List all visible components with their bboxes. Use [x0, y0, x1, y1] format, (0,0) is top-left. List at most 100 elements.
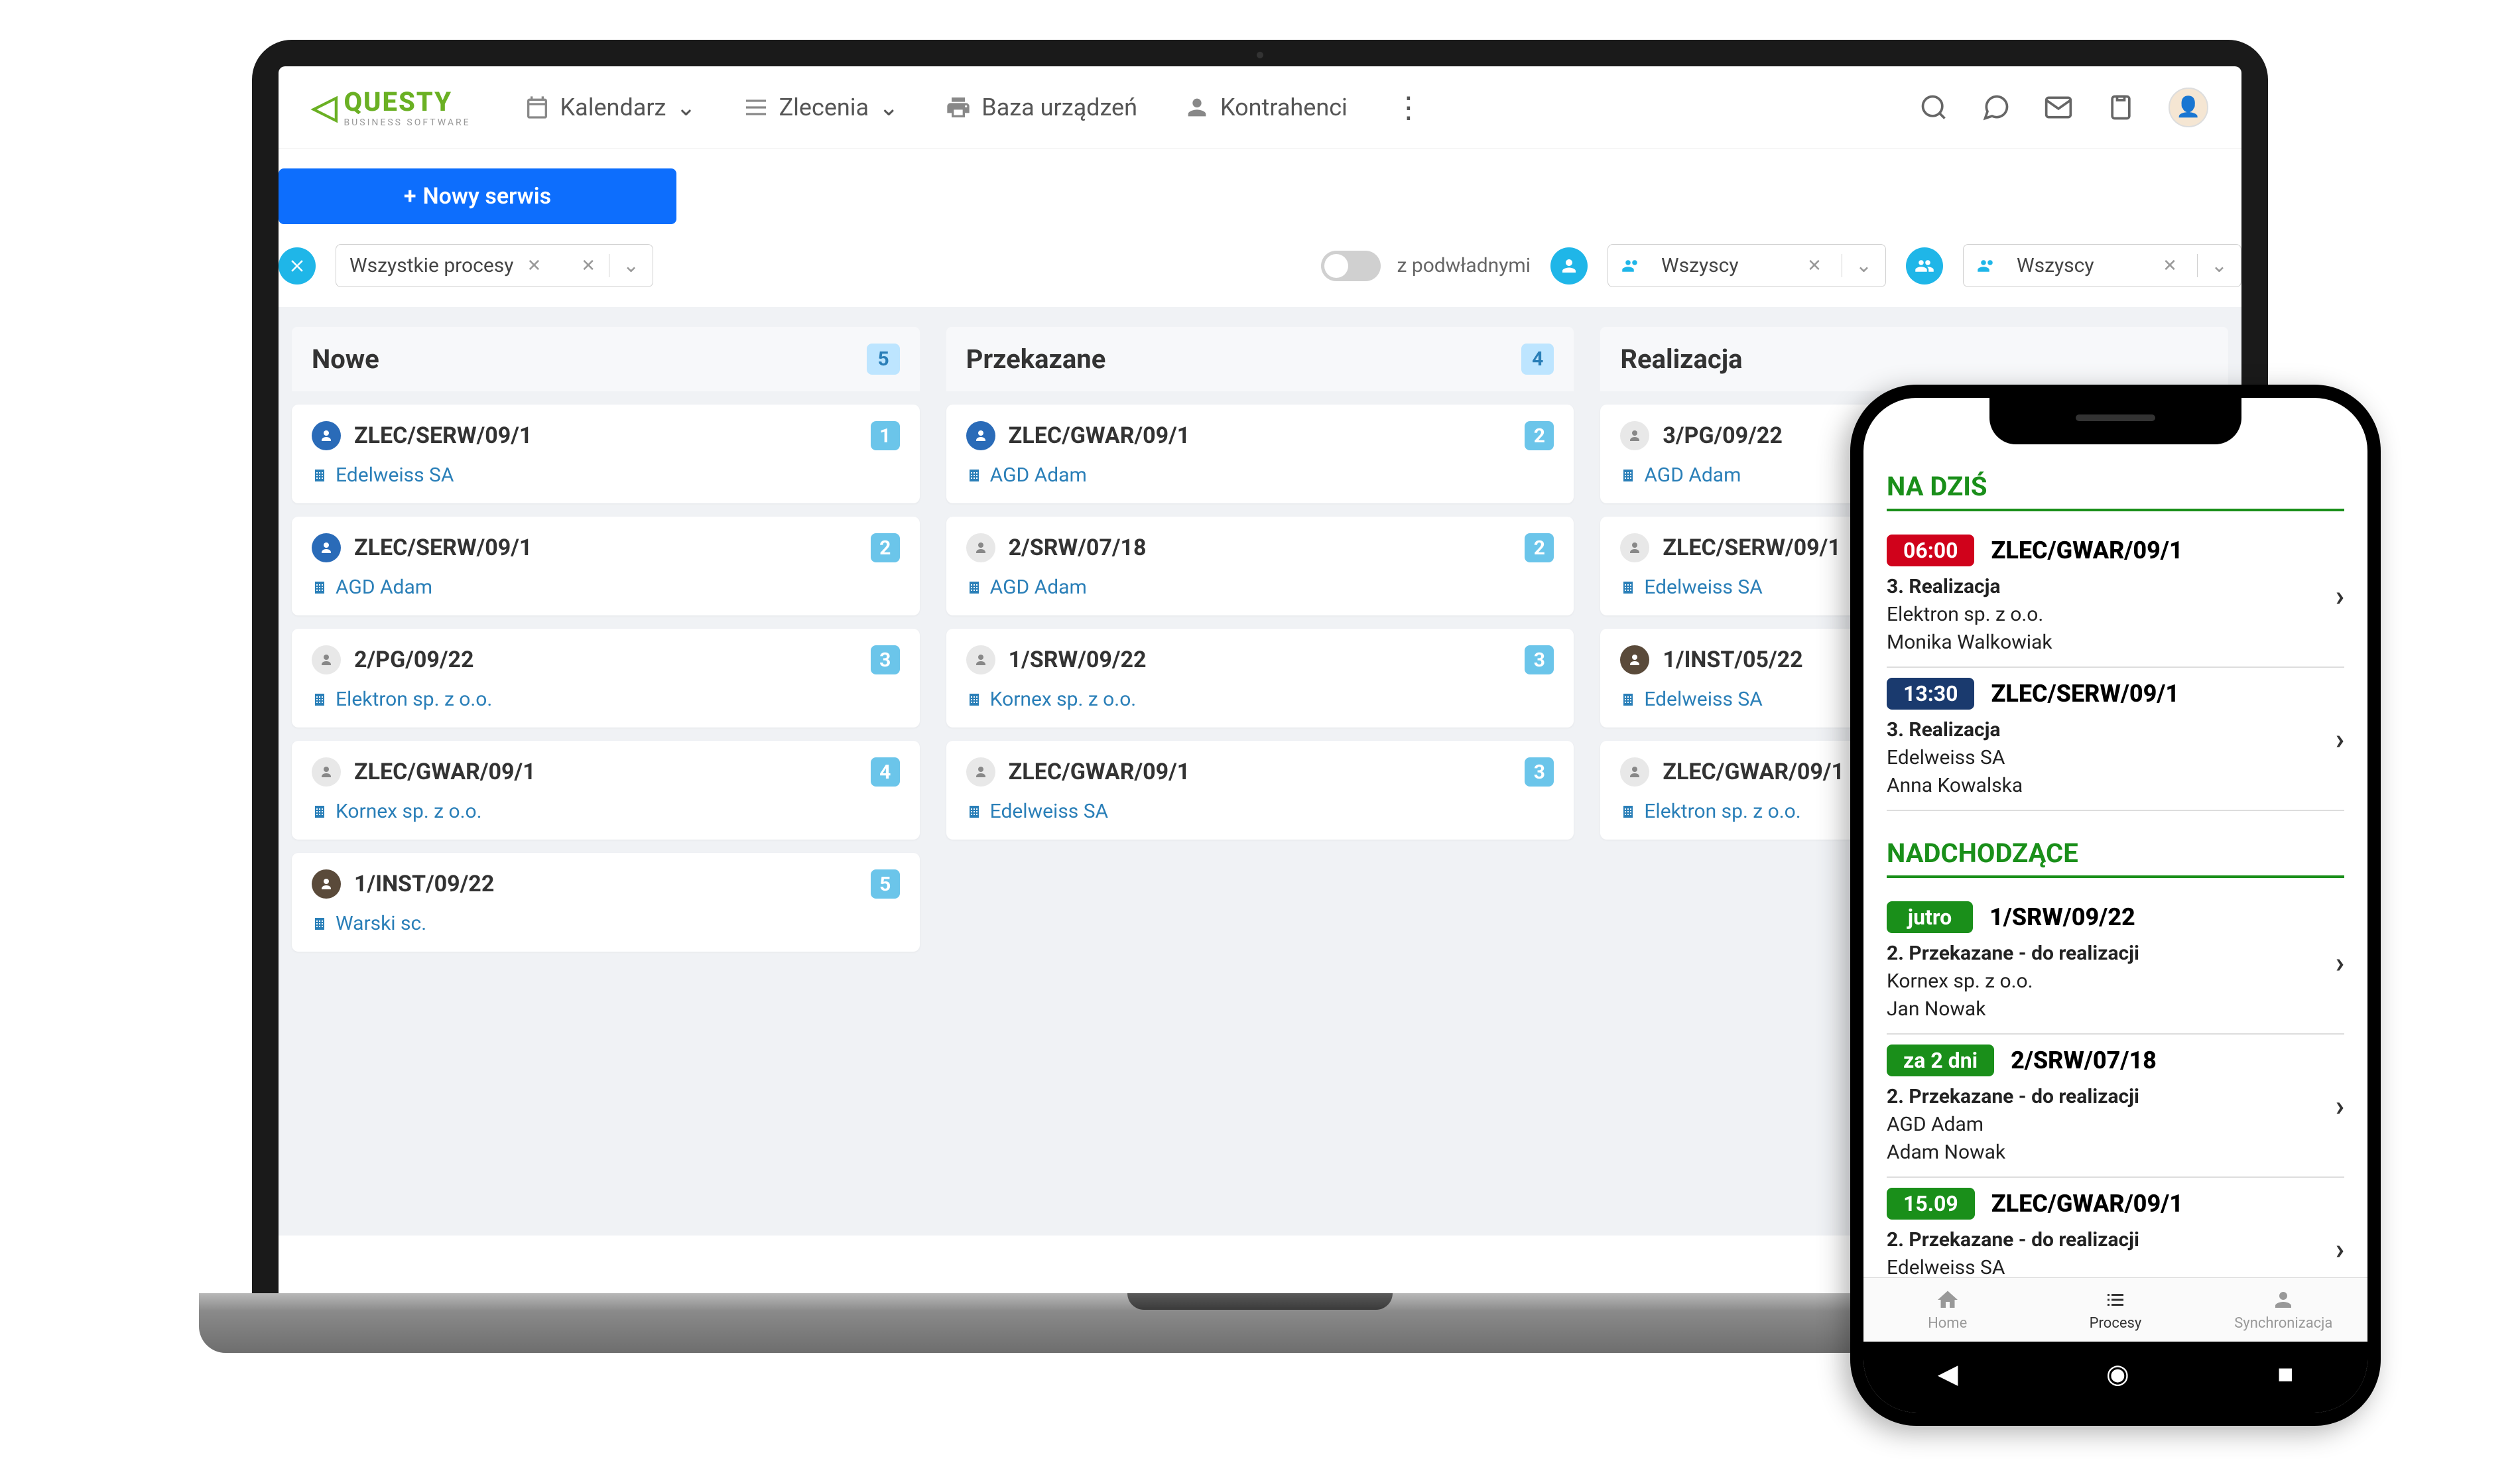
building-icon [966, 692, 982, 708]
clear-icon[interactable]: ✕ [2163, 256, 2177, 276]
card-company[interactable]: Kornex sp. z o.o. [312, 800, 900, 823]
kanban-card[interactable]: 2/PG/09/22 3 Elektron sp. z o.o. [292, 629, 920, 728]
mobile-task-card[interactable]: 13:30 ZLEC/SERW/09/1 3. Realizacja Edelw… [1887, 668, 2344, 811]
mobile-upcoming-header: NADCHODZĄCE [1887, 831, 2344, 878]
mobile-status: 3. Realizacja [1887, 716, 2344, 744]
building-icon [1620, 580, 1636, 596]
nav-orders[interactable]: Zlecenia ⌄ [743, 90, 899, 125]
nav-calendar[interactable]: Kalendarz ⌄ [524, 90, 696, 125]
kanban-card[interactable]: 1/SRW/09/22 3 Kornex sp. z o.o. [946, 629, 1574, 728]
process-filter-chip[interactable]: Wszystkie procesy ✕ ✕ ⌄ [336, 244, 653, 287]
assignee-avatar [312, 645, 341, 674]
building-icon [966, 580, 982, 596]
mobile-status: 2. Przekazane - do realizacji [1887, 940, 2344, 968]
mobile-order-id: 2/SRW/07/18 [2011, 1047, 2157, 1074]
card-company[interactable]: Edelweiss SA [966, 800, 1554, 823]
mail-icon[interactable] [2044, 93, 2073, 122]
calendar-icon [524, 94, 550, 121]
logo[interactable]: ◁ QUESTY BUSINESS SOFTWARE [312, 86, 471, 128]
card-company[interactable]: AGD Adam [312, 576, 900, 599]
new-service-button[interactable]: + Nowy serwis [279, 168, 676, 224]
assignee-select[interactable]: Wszyscy ✕ ⌄ [1607, 244, 1886, 287]
subordinates-toggle[interactable] [1321, 251, 1381, 281]
assignee-avatar [966, 533, 995, 562]
kanban-card[interactable]: 1/INST/09/22 5 Warski sc. [292, 853, 920, 952]
clear-filters-button[interactable] [279, 247, 316, 285]
logo-sub: BUSINESS SOFTWARE [344, 117, 470, 128]
column-title: Nowe [312, 344, 379, 375]
remove-chip-icon[interactable]: ✕ [527, 256, 541, 276]
card-company[interactable]: Kornex sp. z o.o. [966, 688, 1554, 711]
column-title: Przekazane [966, 344, 1106, 375]
mobile-task-card[interactable]: 06:00 ZLEC/GWAR/09/1 3. Realizacja Elekt… [1887, 525, 2344, 668]
mobile-company: Kornex sp. z o.o. [1887, 968, 2344, 995]
mobile-order-id: 1/SRW/09/22 [1989, 903, 2135, 931]
team-filter-button[interactable] [1906, 247, 1943, 285]
chevron-down-icon: ⌄ [879, 94, 899, 121]
more-vertical-icon: ⋮ [1394, 90, 1423, 125]
time-badge: 13:30 [1887, 678, 1974, 710]
home-icon [1936, 1288, 1960, 1312]
clipboard-icon[interactable] [2106, 93, 2135, 122]
kanban-card[interactable]: ZLEC/GWAR/09/1 4 Kornex sp. z o.o. [292, 741, 920, 840]
card-company[interactable]: AGD Adam [966, 576, 1554, 599]
mobile-nav-processes[interactable]: Procesy [2031, 1278, 2199, 1342]
nav-contractors[interactable]: Kontrahenci [1184, 90, 1348, 125]
kanban-card[interactable]: 2/SRW/07/18 2 AGD Adam [946, 517, 1574, 615]
card-order-id: ZLEC/SERW/09/1 [354, 422, 857, 449]
assignee-avatar [1620, 421, 1649, 450]
card-priority-badge: 2 [1525, 421, 1554, 450]
card-order-id: ZLEC/SERW/09/1 [354, 535, 857, 561]
chevron-down-icon: ⌄ [676, 94, 696, 121]
mobile-task-card[interactable]: za 2 dni 2/SRW/07/18 2. Przekazane - do … [1887, 1035, 2344, 1178]
mobile-nav-home[interactable]: Home [1863, 1278, 2031, 1342]
card-order-id: 2/PG/09/22 [354, 647, 857, 673]
column-header: Nowe5 [292, 327, 920, 391]
mobile-task-card[interactable]: 15.09 ZLEC/GWAR/09/1 2. Przekazane - do … [1887, 1178, 2344, 1277]
assignee-avatar [1620, 645, 1649, 674]
chevron-right-icon: › [2336, 722, 2344, 756]
user-filter-button[interactable] [1550, 247, 1588, 285]
mobile-today-header: NA DZIŚ [1887, 464, 2344, 511]
clear-icon[interactable]: ✕ [581, 256, 596, 276]
chevron-down-icon: ⌄ [1842, 254, 1872, 277]
board-column: Przekazane4 ZLEC/GWAR/09/1 2 AGD Adam 2/… [933, 327, 1588, 1216]
team-select[interactable]: Wszyscy ✕ ⌄ [1963, 244, 2241, 287]
clear-icon[interactable]: ✕ [1807, 256, 1822, 276]
kanban-card[interactable]: ZLEC/SERW/09/1 2 AGD Adam [292, 517, 920, 615]
building-icon [1620, 692, 1636, 708]
card-company[interactable]: Edelweiss SA [312, 464, 900, 487]
building-icon [312, 804, 328, 820]
search-icon[interactable] [1919, 93, 1948, 122]
mobile-company: Edelweiss SA [1887, 1254, 2344, 1277]
building-icon [312, 468, 328, 483]
assignee-avatar [312, 421, 341, 450]
assignee-avatar [966, 757, 995, 787]
kanban-card[interactable]: ZLEC/GWAR/09/1 3 Edelweiss SA [946, 741, 1574, 840]
building-icon [312, 580, 328, 596]
card-company[interactable]: Elektron sp. z o.o. [312, 688, 900, 711]
card-company[interactable]: AGD Adam [966, 464, 1554, 487]
nav-devices[interactable]: Baza urządzeń [945, 90, 1137, 125]
mobile-task-card[interactable]: jutro 1/SRW/09/22 2. Przekazane - do rea… [1887, 891, 2344, 1035]
card-order-id: ZLEC/GWAR/09/1 [1009, 759, 1512, 785]
card-priority-badge: 5 [871, 869, 900, 899]
card-company[interactable]: Warski sc. [312, 912, 900, 935]
kanban-card[interactable]: ZLEC/GWAR/09/1 2 AGD Adam [946, 405, 1574, 503]
card-order-id: 2/SRW/07/18 [1009, 535, 1512, 561]
chevron-right-icon: › [2336, 1232, 2344, 1266]
android-home[interactable]: ◉ [2106, 1358, 2129, 1389]
user-avatar[interactable]: 👤 [2169, 88, 2208, 127]
nav-more[interactable]: ⋮ [1394, 90, 1423, 125]
assignee-avatar [1620, 533, 1649, 562]
card-priority-badge: 1 [871, 421, 900, 450]
chat-icon[interactable] [1982, 93, 2011, 122]
kanban-card[interactable]: ZLEC/SERW/09/1 1 Edelweiss SA [292, 405, 920, 503]
mobile-status: 2. Przekazane - do realizacji [1887, 1226, 2344, 1254]
printer-icon [945, 94, 972, 121]
mobile-status: 2. Przekazane - do realizacji [1887, 1083, 2344, 1111]
android-back[interactable]: ◀ [1938, 1358, 1958, 1389]
android-recent[interactable]: ■ [2277, 1358, 2293, 1389]
mobile-nav-sync[interactable]: Synchronizacja [2200, 1278, 2367, 1342]
chevron-down-icon[interactable]: ⌄ [609, 254, 639, 277]
